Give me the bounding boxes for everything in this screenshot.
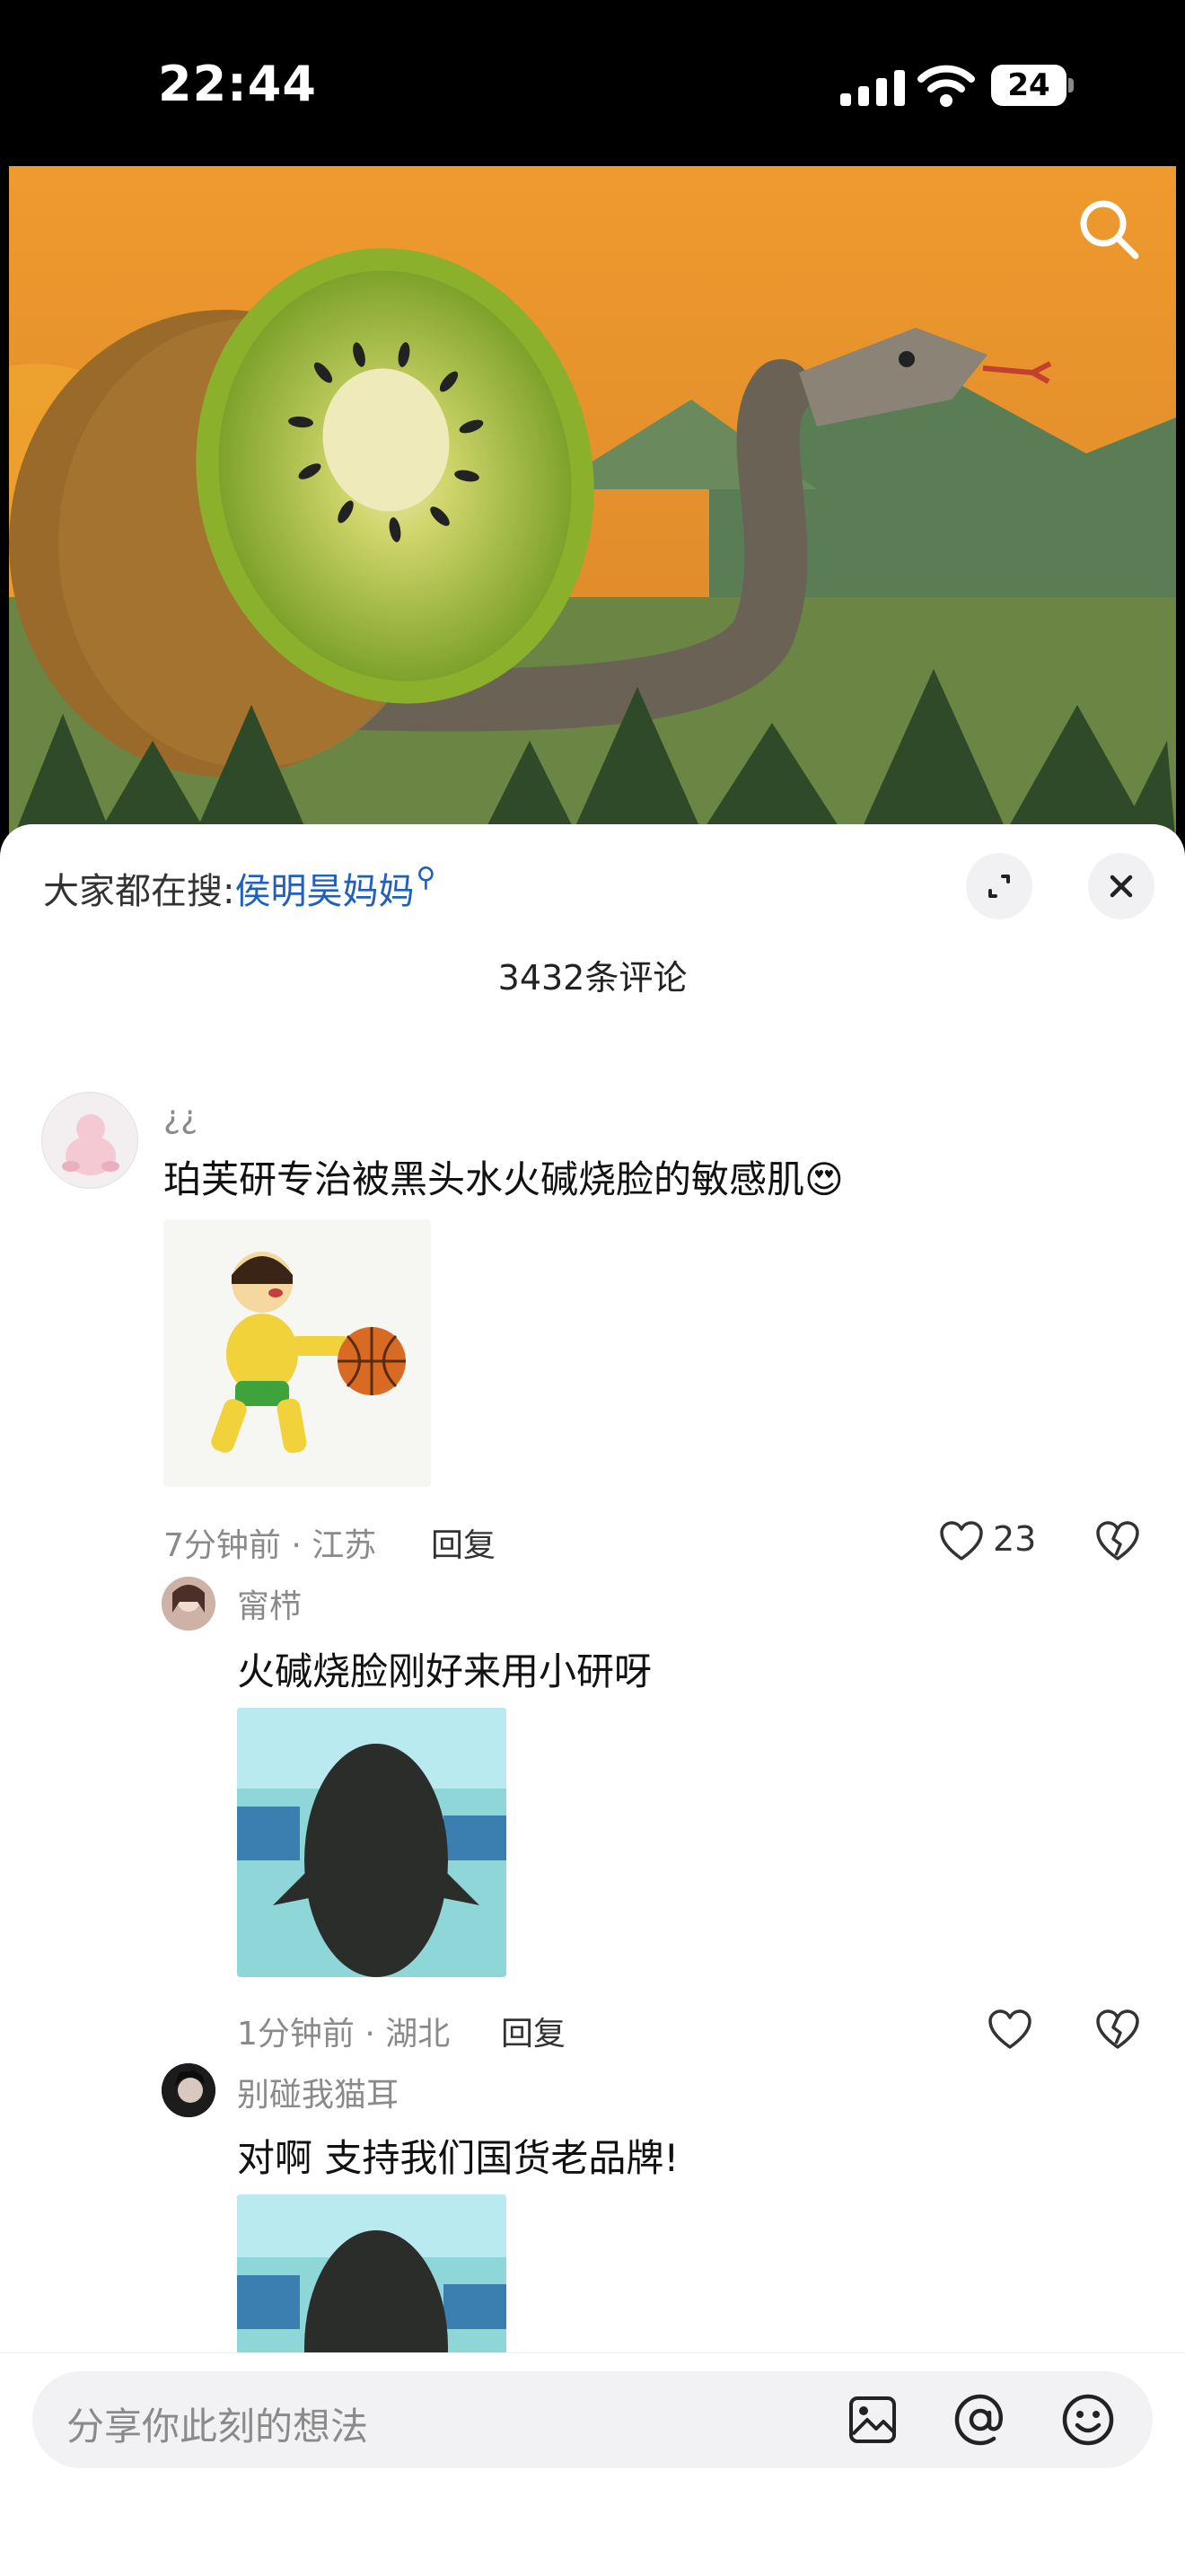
wifi-icon [917,65,975,107]
video-frame-image [9,166,1176,848]
hot-search-keyword[interactable]: 侯明昊妈妈 [234,871,414,912]
comment-meta: 7分钟前 · 江苏 [163,1527,377,1564]
comment-text: 对啊 支持我们国货老品牌! [237,2136,680,2180]
emoji-icon[interactable] [1059,2391,1117,2449]
shark-plush-image [237,2194,506,2352]
avatar-image [62,1114,119,1175]
comments-sheet: 大家都在搜:侯明昊妈妈⚲ 3432条评论 ¿¿ 珀芙研专治被黑头水火碱烧脸的敏感… [0,824,1185,2575]
avatar-image [162,1577,215,1631]
comment-input[interactable]: 分享你此刻的想法 [32,2371,1153,2468]
avatar[interactable] [162,2063,215,2117]
broken-heart-icon[interactable] [1095,2009,1140,2051]
video-player[interactable] [9,166,1176,848]
expand-button[interactable] [966,853,1032,919]
image-icon[interactable] [844,2391,901,2449]
shark-plush-image [237,1708,506,1977]
broken-heart-icon[interactable] [1095,1521,1140,1562]
hot-search-prefix: 大家都在搜: [43,871,235,912]
heart-icon[interactable] [988,2009,1032,2051]
comment-meta: 1分钟前 · 湖北 [237,2016,451,2053]
like-count: 23 [993,1519,1037,1559]
avatar[interactable] [162,1577,215,1631]
small-search-icon: ⚲ [416,862,436,893]
heart-icon[interactable] [939,1521,984,1562]
comment-username[interactable]: 别碰我猫耳 [237,2069,399,2115]
close-icon [1110,875,1133,898]
close-button[interactable] [1088,853,1154,919]
comment-input-placeholder: 分享你此刻的想法 [66,2405,369,2449]
hot-search-bar[interactable]: 大家都在搜:侯明昊妈妈⚲ [43,862,435,914]
status-time: 22:44 [158,56,317,112]
cartoon-basketball-image [163,1219,431,1487]
comment-username[interactable]: ¿¿ [163,1099,198,1136]
reply-button[interactable]: 回复 [431,1519,496,1566]
at-icon[interactable] [952,2391,1009,2449]
reply-button[interactable]: 回复 [501,2008,566,2054]
avatar-image [162,2063,215,2117]
comment-text: 火碱烧脸刚好来用小研呀 [237,1649,653,1693]
comment-username[interactable]: 甯栉 [237,1580,302,1627]
comment-image[interactable] [237,2194,506,2352]
status-bar: 22:44 24 [0,0,1185,166]
avatar[interactable] [41,1092,138,1189]
battery-indicator: 24 [991,65,1075,106]
cellular-signal-icon [840,70,905,106]
comment-image[interactable] [237,1708,506,1977]
battery-level: 24 [1007,67,1050,103]
search-icon[interactable] [1073,193,1145,265]
comment-image[interactable] [163,1219,431,1487]
comment-input-bar: 分享你此刻的想法 [0,2352,1185,2576]
expand-icon [988,875,1010,898]
comment-count: 3432条评论 [497,958,688,998]
comment-text: 珀芙研专治被黑头水火碱烧脸的敏感肌😍 [163,1157,844,1201]
